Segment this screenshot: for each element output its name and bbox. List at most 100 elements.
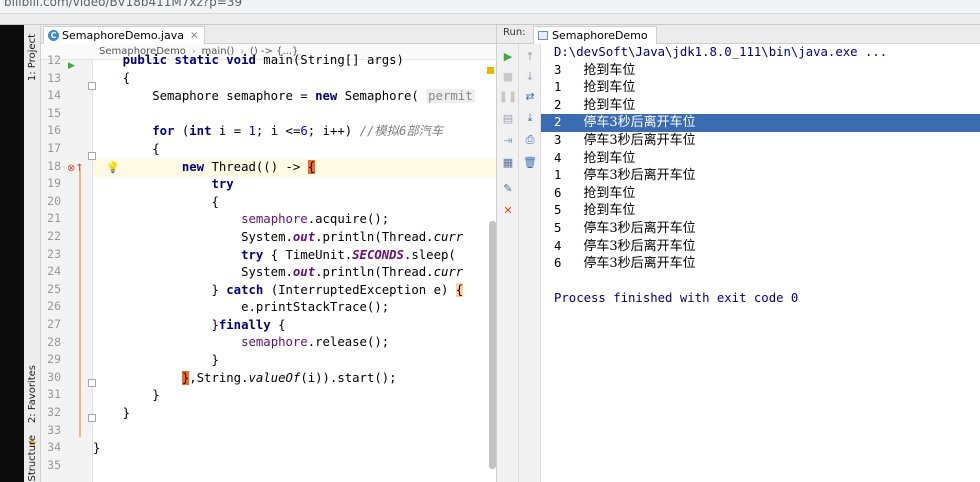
code-editor[interactable]: C SemaphoreDemo.java × SemaphoreDemo › m… (41, 25, 497, 482)
code-line-32: } (93, 406, 131, 420)
thread-number: 3 (554, 133, 562, 147)
line-number: 13 (47, 70, 61, 85)
trash-icon[interactable]: 🗑 (522, 154, 538, 170)
console-output-line: 5 停车3秒后离开车位 (541, 220, 980, 238)
run-tool-window: Run: SemaphoreDemo ▶ ■ ❚❚ ▤ ⇥ ▦ ✎ ✕ ↑ ↓ … (497, 25, 980, 482)
line-number: 26 (47, 299, 61, 314)
line-number: 22 (47, 229, 61, 243)
line-number: 14 (47, 88, 61, 103)
line-number: 24 (47, 264, 61, 279)
output-message: 抢到车位 (583, 97, 636, 113)
ide-toolbar (0, 14, 980, 25)
console-output-line: 3 停车3秒后离开车位 (541, 132, 980, 150)
editor-tab-label: SemaphoreDemo.java (62, 29, 184, 42)
stop-icon[interactable]: ■ (500, 68, 516, 84)
run-tab-bar: Run: SemaphoreDemo (497, 25, 980, 44)
code-line-34: } (93, 441, 101, 455)
line-number: 27 (47, 317, 61, 331)
thread-number: 4 (554, 238, 562, 253)
output-message: 抢到车位 (583, 80, 636, 96)
thread-number: 3 (554, 62, 562, 77)
console-output-line: 2 抢到车位 (541, 97, 980, 115)
code-line-12: public static void main(String[] args) (122, 53, 404, 67)
editor-tab-bar: C SemaphoreDemo.java × (41, 25, 496, 44)
java-class-icon: C (48, 30, 59, 41)
soft-wrap-icon[interactable]: ⇄ (522, 88, 538, 104)
console-output-line: 1 停车3秒后离开车位 (541, 167, 980, 185)
editor-tab-semaphoredemo[interactable]: C SemaphoreDemo.java × (43, 26, 206, 44)
run-gutter-icon[interactable]: ▶ (68, 61, 75, 71)
structure-tool-label: Structure (27, 435, 38, 482)
up-arrow-icon[interactable]: ↑ (522, 48, 538, 64)
output-message: 停车3秒后离开车位 (583, 133, 696, 148)
output-message: 抢到车位 (583, 185, 636, 201)
rerun-icon[interactable]: ▶ (500, 48, 516, 64)
code-line-25: } catch (InterruptedException e) { (93, 283, 464, 297)
thread-number: 6 (554, 185, 562, 200)
code-line-31: } (93, 388, 160, 402)
structure-tool-button[interactable]: Structure (24, 435, 41, 482)
thread-number: 4 (554, 150, 562, 165)
line-number: 18 (47, 158, 61, 173)
code-line-16: for (int i = 1; i <=6; i++) //模拟6部汽车 (152, 124, 444, 138)
close-icon[interactable]: × (190, 30, 198, 41)
favorites-tool-label: 2: Favorites (27, 364, 38, 424)
close-icon[interactable]: ✕ (500, 202, 516, 218)
tool-window-strip: 1: Project 2: Favorites ★ Structure (24, 25, 41, 482)
line-number: 32 (47, 405, 61, 419)
exit-icon[interactable]: ⇥ (500, 132, 516, 148)
scroll-to-end-icon[interactable]: ⤓ (522, 110, 538, 126)
line-number: 17 (47, 141, 61, 155)
line-number: 33 (47, 422, 61, 437)
line-number: 35 (47, 457, 61, 472)
project-tool-button[interactable]: 1: Project (24, 27, 41, 89)
output-message: 停车3秒后离开车位 (583, 221, 696, 236)
thread-number: 5 (554, 221, 562, 235)
console-output-line: 4 抢到车位 (541, 150, 980, 168)
line-number: 21 (47, 211, 61, 226)
parameter-hint: permit (426, 89, 475, 103)
code-line-19: try (211, 177, 234, 191)
line-number: 29 (47, 352, 61, 367)
code-line-30: },String.valueOf(i)).start(); (181, 371, 397, 385)
output-message: 抢到车位 (583, 150, 636, 166)
run-tab-label: SemaphoreDemo (552, 29, 648, 42)
line-number: 19 (47, 176, 61, 191)
code-line-24: System.out.println(Thread.curr (93, 265, 464, 279)
code-line-23: try { TimeUnit.SECONDS.sleep( (241, 248, 456, 262)
print-icon[interactable]: ⎙ (522, 132, 538, 148)
code-line-18: new Thread(() -> { (181, 160, 316, 174)
run-label: Run: (503, 27, 526, 38)
line-number: 15 (47, 105, 61, 120)
thread-number: 2 (554, 115, 562, 130)
console-output-line: 6 停车3秒后离开车位 (541, 255, 980, 273)
breakpoint-warning-icon[interactable]: ⊗↑ (67, 163, 84, 174)
output-message: 抢到车位 (583, 62, 636, 78)
code-line-22: System.out.println(Thread.curr (93, 230, 464, 244)
code-line-29: } (93, 353, 219, 367)
layout-icon[interactable]: ▦ (500, 154, 516, 170)
run-tab-semaphoredemo[interactable]: SemaphoreDemo (533, 26, 657, 44)
thread-number: 1 (554, 80, 562, 95)
left-black-border (0, 25, 24, 482)
console-output-line: 5 抢到车位 (541, 202, 980, 220)
pause-icon[interactable]: ❚❚ (499, 88, 517, 104)
code-text-area[interactable]: public static void main(String[] args) {… (93, 53, 496, 482)
line-number: 30 (47, 369, 61, 384)
pin-icon[interactable]: ✎ (500, 180, 516, 196)
code-line-14: Semaphore semaphore = new Semaphore( per… (93, 89, 475, 103)
console-icon (538, 31, 548, 40)
console-output-line: 1 抢到车位 (541, 79, 980, 97)
thread-number: 5 (554, 203, 562, 218)
console-command-line: D:\devSoft\Java\jdk1.8.0_111\bin\java.ex… (554, 45, 888, 59)
line-number: 16 (47, 123, 61, 138)
run-toolbar-left: ▶ ■ ❚❚ ▤ ⇥ ▦ ✎ ✕ (497, 44, 519, 482)
console-output[interactable]: D:\devSoft\Java\jdk1.8.0_111\bin\java.ex… (541, 44, 980, 482)
output-message: 停车3秒后离开车位 (583, 115, 696, 131)
down-arrow-icon[interactable]: ↓ (522, 68, 538, 84)
dump-threads-icon[interactable]: ▤ (500, 110, 516, 126)
output-message: 抢到车位 (583, 203, 636, 219)
browser-url-bar[interactable]: bilibili.com/video/BV18b411M7xz?p=39 (0, 0, 980, 14)
favorites-tool-button[interactable]: 2: Favorites (24, 358, 41, 430)
output-message: 停车3秒后离开车位 (583, 238, 696, 254)
